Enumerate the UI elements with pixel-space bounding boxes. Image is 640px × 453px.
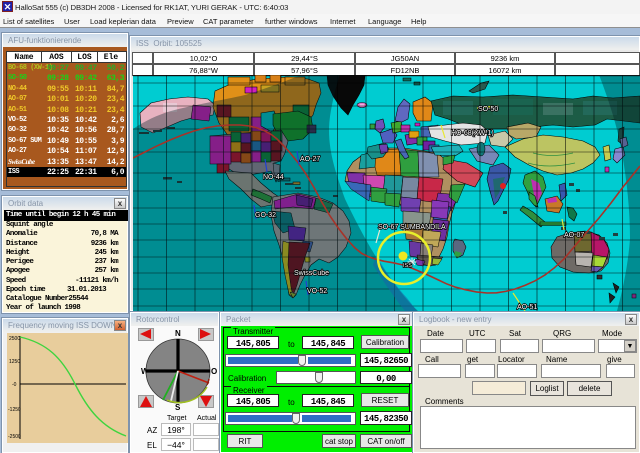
svg-text:NO-44: NO-44 (263, 174, 284, 181)
svg-text:-0: -0 (12, 382, 17, 388)
svg-text:ISS: ISS (403, 263, 412, 269)
svg-text:SO-67 SUMBANDILA: SO-67 SUMBANDILA (378, 224, 446, 231)
svg-text:2500: 2500 (9, 336, 20, 342)
svg-text:SO-50: SO-50 (478, 106, 498, 113)
svg-text:GO-32: GO-32 (255, 212, 276, 219)
svg-text:-2500: -2500 (8, 434, 21, 440)
svg-text:N: N (175, 329, 181, 338)
svg-text:-1250: -1250 (8, 407, 21, 413)
svg-text:S: S (175, 403, 181, 411)
svg-text:AO-51: AO-51 (517, 304, 537, 311)
svg-text:SwissCube: SwissCube (294, 270, 329, 277)
svg-text:AO-27: AO-27 (300, 156, 320, 163)
svg-text:AO-07: AO-07 (564, 232, 584, 239)
svg-text:1250: 1250 (9, 359, 20, 365)
svg-text:VO-52: VO-52 (307, 288, 327, 295)
svg-text:O: O (211, 367, 217, 376)
svg-text:HO-68(XW-1): HO-68(XW-1) (451, 130, 494, 137)
